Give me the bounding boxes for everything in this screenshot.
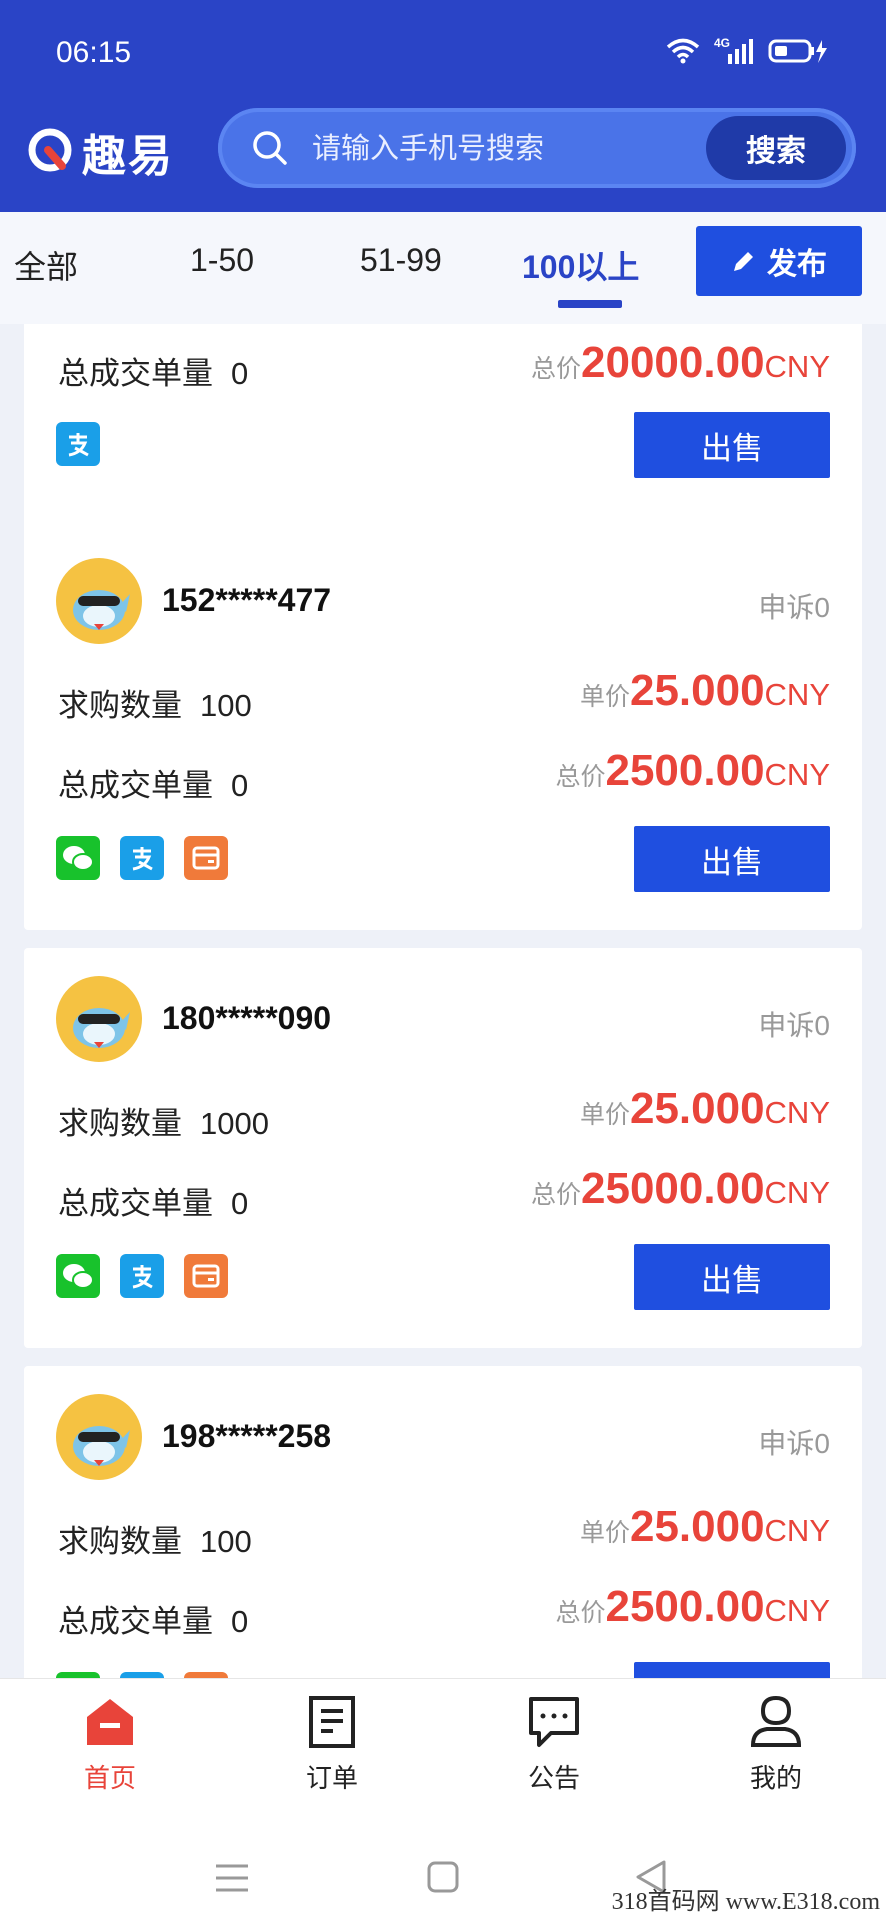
app-header: 06:15 4G 趣易 请输入手机号搜索 搜索 [0, 0, 886, 212]
order-card: 180*****090 申诉0 求购数量 1000 单价 25.000 CNY 总… [24, 948, 862, 1348]
battery-charging-icon [768, 39, 827, 63]
buy-quantity: 求购数量 100 [58, 688, 252, 723]
total-deals: 总成交单量 0 [58, 356, 249, 391]
tab-1-50[interactable]: 1-50 [190, 242, 254, 279]
search-bar: 搜索 [218, 108, 856, 188]
alipay-icon [120, 836, 164, 880]
logo-q-icon [28, 128, 72, 172]
wifi-icon [666, 38, 700, 64]
avatar [56, 976, 142, 1062]
menu-icon[interactable] [212, 1862, 252, 1894]
bank-card-icon [184, 836, 228, 880]
nav-profile[interactable]: 我的 [716, 1695, 836, 1795]
wechat-pay-icon [56, 1254, 100, 1298]
publish-label: 发布 [767, 248, 827, 281]
total-price: 总价 25000.00 CNY [531, 1164, 830, 1213]
sell-button[interactable]: 出售 [634, 1662, 830, 1678]
tab-all[interactable]: 全部 [14, 242, 78, 288]
user-phone: 152*****477 [162, 582, 332, 618]
sell-button[interactable]: 出售 [634, 412, 830, 478]
sell-button[interactable]: 出售 [634, 1244, 830, 1310]
order-list: 总成交单量 0 总价 20000.00 CNY 出售 152*****477 申… [0, 324, 886, 1678]
watermark: 318首码网 www.E318.com [611, 1889, 880, 1915]
logo-text: 趣易 [82, 132, 174, 181]
tab-100-plus[interactable]: 100以上 [522, 242, 639, 288]
appeal-count: 申诉0 [758, 1428, 830, 1459]
avatar [56, 1394, 142, 1480]
payment-methods [56, 1254, 228, 1298]
buy-quantity: 求购数量 100 [58, 1524, 252, 1559]
nav-announcements[interactable]: 公告 [494, 1695, 614, 1795]
home-button-icon[interactable] [426, 1860, 460, 1894]
total-deals: 总成交单量 0 [58, 768, 249, 803]
order-card: 198*****258 申诉0 求购数量 100 单价 25.000 CNY 总成… [24, 1366, 862, 1678]
payment-methods [56, 422, 100, 466]
search-icon [253, 131, 287, 165]
status-icons: 4G [666, 36, 830, 64]
total-price: 总价 2500.00 CNY [555, 746, 830, 795]
active-tab-indicator [558, 300, 622, 308]
wechat-pay-icon [56, 836, 100, 880]
user-phone: 180*****090 [162, 1000, 332, 1036]
order-card: 152*****477 申诉0 求购数量 100 单价 25.000 CNY 总成… [24, 530, 862, 930]
system-nav-bar: 318首码网 www.E318.com [0, 1808, 886, 1920]
order-icon [309, 1696, 355, 1748]
total-deals: 总成交单量 0 [58, 1604, 249, 1639]
user-phone: 198*****258 [162, 1418, 332, 1454]
nav-home[interactable]: 首页 [50, 1695, 170, 1795]
search-input[interactable] [310, 122, 694, 176]
alipay-icon [120, 1254, 164, 1298]
status-time: 06:15 [56, 36, 132, 69]
pencil-icon [734, 252, 753, 271]
unit-price: 单价 25.000 CNY [579, 666, 830, 715]
cellular-signal-icon: 4G [714, 36, 754, 64]
total-price: 总价 2500.00 CNY [555, 1582, 830, 1631]
publish-button[interactable]: 发布 [696, 226, 862, 296]
nav-orders[interactable]: 订单 [272, 1695, 392, 1795]
sell-button[interactable]: 出售 [634, 826, 830, 892]
bank-card-icon [184, 1254, 228, 1298]
avatar [56, 558, 142, 644]
filter-tabs: 全部 1-50 51-99 100以上 发布 [0, 212, 886, 324]
unit-price: 单价 25.000 CNY [579, 1084, 830, 1133]
search-button[interactable]: 搜索 [706, 116, 846, 180]
unit-price: 单价 25.000 CNY [579, 1502, 830, 1551]
appeal-count: 申诉0 [758, 592, 830, 623]
total-deals: 总成交单量 0 [58, 1186, 249, 1221]
payment-methods [56, 836, 228, 880]
total-price: 总价 20000.00 CNY [531, 338, 830, 387]
buy-quantity: 求购数量 1000 [58, 1106, 269, 1141]
profile-icon [750, 1695, 802, 1747]
home-icon [87, 1699, 133, 1745]
bottom-nav: 首页 订单 公告 我的 [0, 1678, 886, 1809]
announcement-icon [529, 1697, 579, 1747]
alipay-icon [56, 422, 100, 466]
appeal-count: 申诉0 [758, 1010, 830, 1041]
app-logo: 趣易 [26, 120, 174, 184]
tab-51-99[interactable]: 51-99 [360, 242, 442, 279]
